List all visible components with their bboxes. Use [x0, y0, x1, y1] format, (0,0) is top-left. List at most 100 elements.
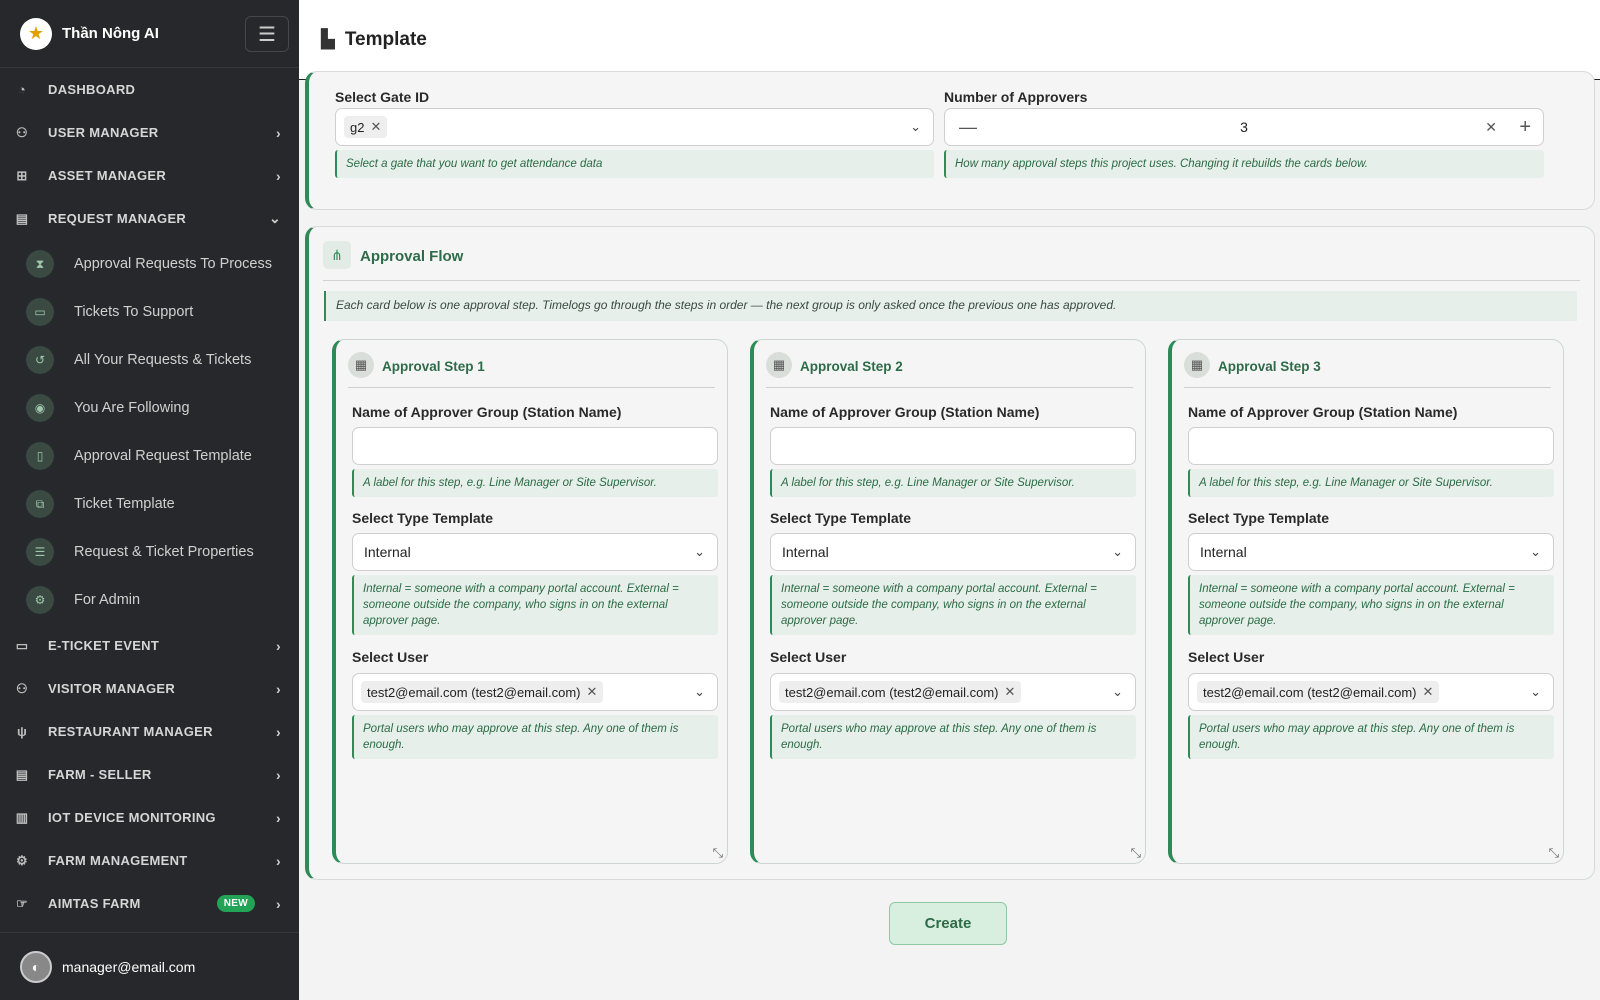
building-icon: ▦	[1184, 352, 1210, 378]
type-template-label: Select Type Template	[1188, 510, 1330, 526]
sidebar-subitem-properties[interactable]: ☰ Request & Ticket Properties	[0, 528, 299, 576]
resize-handle-icon[interactable]: ⤡	[1131, 845, 1141, 861]
sidebar-subitem-for-admin[interactable]: ⚙ For Admin	[0, 576, 299, 624]
sidebar-item-visitor-manager[interactable]: ⚇ VISITOR MANAGER ›	[0, 667, 299, 710]
approval-step-card: ▦ Approval Step 1 Name of Approver Group…	[332, 339, 728, 864]
menu-toggle-button[interactable]: ☰	[245, 16, 289, 52]
chevron-right-icon: ›	[276, 809, 281, 826]
gate-id-label: Select Gate ID	[335, 89, 430, 105]
tractor-icon: ⚙	[16, 852, 28, 868]
select-user-select[interactable]: test2@email.com (test2@email.com) ✕ ⌄	[352, 673, 718, 711]
gauge-icon: ◔	[17, 82, 27, 97]
bar-chart-icon: ▙	[321, 29, 335, 49]
group-name-input[interactable]	[1188, 427, 1554, 465]
sitemap-icon: ⋔	[323, 241, 351, 269]
sidebar-item-asset-manager[interactable]: ⊞ ASSET MANAGER ›	[0, 154, 299, 197]
select-user-hint: Portal users who may approve at this ste…	[352, 715, 718, 759]
sidebar-subitem-approval-requests[interactable]: ⧗ Approval Requests To Process	[0, 240, 299, 288]
approvers-value: 3	[1240, 119, 1248, 135]
sidebar-item-request-manager[interactable]: ▤ REQUEST MANAGER ⌄	[0, 197, 299, 240]
type-template-select[interactable]: Internal ⌄	[1188, 533, 1554, 571]
user-footer[interactable]: ◐ manager@email.com	[0, 932, 299, 1000]
group-name-hint: A label for this step, e.g. Line Manager…	[1188, 469, 1554, 497]
remove-chip-icon[interactable]: ✕	[1423, 684, 1434, 700]
sidebar-subitem-tickets-to-support[interactable]: ▭ Tickets To Support	[0, 288, 299, 336]
app-name: Thần Nông AI	[62, 25, 159, 42]
chevron-down-icon: ⌄	[694, 684, 705, 699]
create-button[interactable]: Create	[889, 902, 1007, 945]
sidebar-subitem-label: Request & Ticket Properties	[74, 544, 254, 560]
building-icon: ▦	[766, 352, 792, 378]
sidebar-item-label: RESTAURANT MANAGER	[48, 724, 213, 739]
sidebar-item-restaurant-manager[interactable]: ψ RESTAURANT MANAGER ›	[0, 710, 299, 753]
type-template-hint: Internal = someone with a company portal…	[1188, 575, 1554, 635]
group-name-input[interactable]	[352, 427, 718, 465]
chevron-down-icon: ⌄	[1530, 544, 1541, 559]
select-user-select[interactable]: test2@email.com (test2@email.com) ✕ ⌄	[770, 673, 1136, 711]
sidebar-item-label: FARM MANAGEMENT	[48, 853, 188, 868]
chevron-right-icon: ›	[276, 124, 281, 141]
select-user-select[interactable]: test2@email.com (test2@email.com) ✕ ⌄	[1188, 673, 1554, 711]
type-template-hint: Internal = someone with a company portal…	[770, 575, 1136, 635]
user-chip: test2@email.com (test2@email.com) ✕	[779, 681, 1022, 703]
document-icon: ▯	[26, 442, 54, 470]
gate-chip: g2 ✕	[344, 116, 388, 138]
sidebar-item-user-manager[interactable]: ⚇ USER MANAGER ›	[0, 111, 299, 154]
type-template-hint: Internal = someone with a company portal…	[352, 575, 718, 635]
user-chip-label: test2@email.com (test2@email.com)	[367, 684, 581, 700]
hamburger-icon: ☰	[258, 23, 276, 46]
main-content: Select Gate ID g2 ✕ ⌄ Select a gate that…	[299, 71, 1600, 1000]
sidebar-item-label: REQUEST MANAGER	[48, 211, 187, 226]
type-template-select[interactable]: Internal ⌄	[352, 533, 718, 571]
gate-id-select[interactable]: g2 ✕ ⌄	[335, 108, 934, 146]
group-name-hint: A label for this step, e.g. Line Manager…	[352, 469, 718, 497]
history-icon: ↺	[26, 346, 54, 374]
type-template-label: Select Type Template	[352, 510, 494, 526]
sidebar-item-farm-management[interactable]: ⚙ FARM MANAGEMENT ›	[0, 839, 299, 882]
sidebar-subitem-following[interactable]: ◉ You Are Following	[0, 384, 299, 432]
resize-handle-icon[interactable]: ⤡	[713, 845, 723, 861]
approvers-stepper[interactable]: — 3 ✕ +	[944, 108, 1544, 146]
ticket-icon: ▭	[26, 298, 54, 326]
sidebar-item-eticket-event[interactable]: ▭ E-TICKET EVENT ›	[0, 624, 299, 667]
group-name-input[interactable]	[770, 427, 1136, 465]
hand-icon: ☞	[16, 895, 28, 911]
chevron-down-icon: ⌄	[910, 119, 921, 134]
sidebar-item-iot-device-monitoring[interactable]: ▥ IOT DEVICE MONITORING ›	[0, 796, 299, 839]
remove-chip-icon[interactable]: ✕	[370, 119, 381, 135]
user-chip-label: test2@email.com (test2@email.com)	[1203, 684, 1417, 700]
remove-chip-icon[interactable]: ✕	[587, 684, 598, 700]
resize-handle-icon[interactable]: ⤡	[1549, 845, 1559, 861]
group-name-label: Name of Approver Group (Station Name)	[352, 404, 622, 420]
sidebar-subitem-all-requests[interactable]: ↺ All Your Requests & Tickets	[0, 336, 299, 384]
sidebar-subitem-label: Approval Request Template	[74, 448, 252, 464]
user-chip-label: test2@email.com (test2@email.com)	[785, 684, 999, 700]
chevron-down-icon: ⌄	[1112, 684, 1123, 699]
gate-chip-label: g2	[350, 119, 365, 135]
divider	[323, 280, 1580, 281]
step-title: Approval Step 1	[382, 359, 485, 374]
increment-button[interactable]: +	[1519, 116, 1531, 139]
select-user-hint: Portal users who may approve at this ste…	[1188, 715, 1554, 759]
step-title: Approval Step 2	[800, 359, 903, 374]
store-icon: ▤	[15, 766, 29, 782]
type-template-select[interactable]: Internal ⌄	[770, 533, 1136, 571]
type-template-label: Select Type Template	[770, 510, 912, 526]
sidebar: ★ Thần Nông AI ☰ ◔ DASHBOARD ⚇ USER MANA…	[0, 0, 299, 1000]
sidebar-item-farm-seller[interactable]: ▤ FARM - SELLER ›	[0, 753, 299, 796]
sidebar-item-label: FARM - SELLER	[48, 767, 152, 782]
clipboard-icon: ▤	[15, 210, 29, 226]
hourglass-icon: ⧗	[26, 250, 54, 278]
approval-flow-description: Each card below is one approval step. Ti…	[324, 291, 1577, 321]
divider	[1184, 387, 1551, 388]
remove-chip-icon[interactable]: ✕	[1005, 684, 1016, 700]
sidebar-item-aimtas-farm[interactable]: ☞ AIMTAS FARM NEW ›	[0, 882, 299, 925]
approval-flow-card: ⋔ Approval Flow Each card below is one a…	[305, 226, 1595, 880]
avatar: ◐	[20, 950, 52, 983]
sidebar-subitem-ticket-template[interactable]: ⧉ Ticket Template	[0, 480, 299, 528]
new-badge: NEW	[216, 895, 255, 912]
chevron-right-icon: ›	[276, 723, 281, 740]
sidebar-subitem-approval-template[interactable]: ▯ Approval Request Template	[0, 432, 299, 480]
clear-icon[interactable]: ✕	[1485, 119, 1497, 136]
sidebar-item-dashboard[interactable]: ◔ DASHBOARD	[0, 68, 299, 111]
